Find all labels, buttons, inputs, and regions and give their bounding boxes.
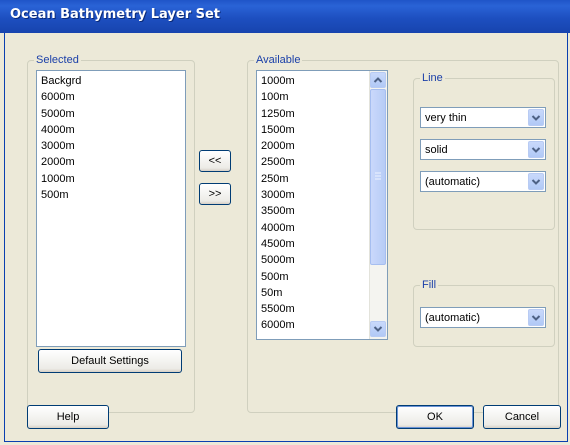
list-item[interactable]: 6000m: [257, 317, 367, 333]
add-to-selected-button[interactable]: <<: [199, 150, 231, 172]
title-bar[interactable]: Ocean Bathymetry Layer Set: [0, 0, 570, 33]
dialog-body: Selected Backgrd 6000m 5000m 4000m 3000m 2000…: [4, 33, 568, 442]
chevron-down-icon: [531, 179, 541, 185]
list-item[interactable]: 1500m: [257, 122, 367, 138]
list-item[interactable]: 250m: [257, 171, 367, 187]
available-group: Available 1000m 100m 1250m 1500m 2000m 2500m 2…: [247, 54, 559, 413]
scroll-down-button[interactable]: [370, 321, 386, 337]
chevron-down-icon: [531, 315, 541, 321]
line-color-dropdown-button[interactable]: [528, 173, 544, 190]
list-item[interactable]: 4000m: [257, 220, 367, 236]
selected-group: Selected Backgrd 6000m 5000m 4000m 3000m 2000…: [27, 54, 195, 413]
list-item[interactable]: 500m: [37, 187, 185, 203]
list-item[interactable]: Backgrd: [37, 73, 185, 89]
available-list[interactable]: 1000m 100m 1250m 1500m 2000m 2500m 250m 3000m 35…: [256, 70, 388, 340]
list-item[interactable]: 1250m: [257, 106, 367, 122]
selected-label: Selected: [34, 54, 81, 66]
line-style-select[interactable]: solid: [420, 139, 546, 160]
list-item[interactable]: 3500m: [257, 203, 367, 219]
line-width-select[interactable]: very thin: [420, 107, 546, 128]
line-style-value: solid: [425, 144, 448, 156]
selected-list[interactable]: Backgrd 6000m 5000m 4000m 3000m 2000m 1000m 500…: [36, 70, 186, 347]
fill-color-select[interactable]: (automatic): [420, 307, 546, 328]
list-item[interactable]: 3000m: [257, 187, 367, 203]
line-width-dropdown-button[interactable]: [528, 109, 544, 126]
list-item[interactable]: 3000m: [37, 138, 185, 154]
chevron-down-icon: [531, 147, 541, 153]
available-label: Available: [254, 54, 303, 66]
list-item[interactable]: 5000m: [37, 106, 185, 122]
list-item[interactable]: 1000m: [37, 171, 185, 187]
list-item[interactable]: 5500m: [257, 301, 367, 317]
window-title: Ocean Bathymetry Layer Set: [10, 7, 221, 22]
scroll-thumb[interactable]: [370, 89, 386, 265]
list-item[interactable]: 500m: [257, 269, 367, 285]
fill-color-dropdown-button[interactable]: [528, 309, 544, 326]
line-color-select[interactable]: (automatic): [420, 171, 546, 192]
list-item[interactable]: 2000m: [37, 154, 185, 170]
ok-button[interactable]: OK: [396, 405, 474, 429]
scroll-up-button[interactable]: [370, 72, 386, 88]
line-label: Line: [420, 72, 445, 84]
available-scrollbar[interactable]: [369, 71, 387, 339]
cancel-button[interactable]: Cancel: [483, 405, 561, 429]
list-item[interactable]: 100m: [257, 89, 367, 105]
fill-label: Fill: [420, 279, 439, 291]
fill-group: Fill (automatic): [413, 279, 555, 347]
list-item[interactable]: 2500m: [257, 154, 367, 170]
line-width-value: very thin: [425, 112, 467, 124]
chevron-down-icon: [373, 326, 383, 332]
grip-icon: [375, 172, 381, 180]
default-settings-button[interactable]: Default Settings: [38, 349, 182, 373]
list-item[interactable]: 1000m: [257, 73, 367, 89]
fill-color-value: (automatic): [425, 312, 481, 324]
list-item[interactable]: 5000m: [257, 252, 367, 268]
line-color-value: (automatic): [425, 176, 481, 188]
remove-from-selected-button[interactable]: >>: [199, 183, 231, 205]
chevron-down-icon: [531, 115, 541, 121]
list-item[interactable]: 2000m: [257, 138, 367, 154]
line-group: Line very thin solid (automatic): [413, 72, 555, 230]
list-item[interactable]: 50m: [257, 285, 367, 301]
chevron-up-icon: [373, 77, 383, 83]
list-item[interactable]: 6000m: [37, 89, 185, 105]
help-button[interactable]: Help: [27, 405, 109, 429]
list-item[interactable]: 4500m: [257, 236, 367, 252]
line-style-dropdown-button[interactable]: [528, 141, 544, 158]
list-item[interactable]: 4000m: [37, 122, 185, 138]
